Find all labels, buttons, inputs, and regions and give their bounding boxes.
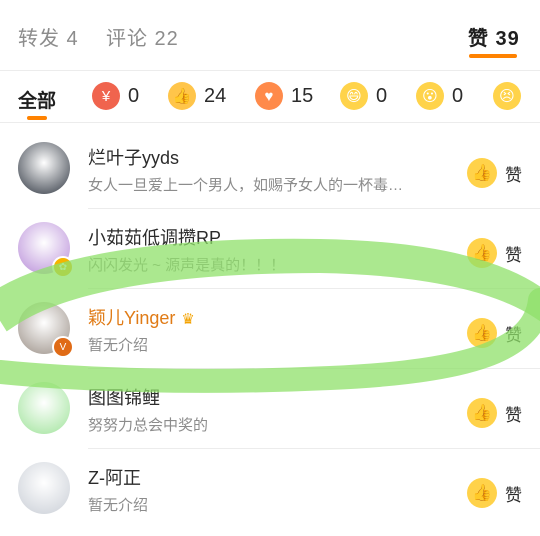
- filter-count: 0: [128, 84, 140, 107]
- thumbs-up-icon: 👍: [467, 478, 497, 508]
- filter-heart[interactable]: ♥ 15: [255, 80, 313, 112]
- like-label: 赞: [505, 405, 522, 425]
- filter-count: 15: [291, 84, 314, 107]
- unhappy-emoji-icon: 😣: [493, 82, 521, 110]
- filter-active-indicator: [27, 116, 47, 120]
- surprised-emoji-icon: 😮: [416, 82, 444, 110]
- user-name[interactable]: 图图锦鲤: [88, 384, 160, 410]
- filter-laughing[interactable]: 😄 0: [340, 80, 387, 112]
- like-label: 赞: [505, 245, 522, 265]
- thumbs-up-icon: 👍: [467, 158, 497, 188]
- filter-thumbs-up[interactable]: 👍 24: [168, 80, 226, 112]
- reaction-filter-bar: 全部 ¥ 0 👍 24 ♥ 15 😄 0 😮 0 😣: [0, 70, 540, 122]
- divider: [88, 288, 540, 289]
- member-badge-icon: ✿: [52, 256, 74, 278]
- thumbs-up-icon: 👍: [467, 398, 497, 428]
- top-tab-bar: 转发 4 评论 22 赞 39: [0, 0, 540, 70]
- avatar[interactable]: [18, 142, 70, 194]
- user-row[interactable]: Z-阿正 暂无介绍 👍 赞: [0, 454, 540, 536]
- filter-all[interactable]: 全部: [18, 86, 56, 113]
- like-button[interactable]: 👍 赞: [467, 238, 522, 268]
- filter-count: 0: [452, 84, 464, 107]
- tab-active-indicator: [469, 54, 517, 58]
- user-row[interactable]: ✿ 小茹茹低调攒RP 闪闪发光 ~ 源声是真的！！！ 👍 赞: [0, 214, 540, 296]
- avatar[interactable]: [18, 462, 70, 514]
- thumbs-up-icon: 👍: [168, 82, 196, 110]
- red-packet-icon: ¥: [92, 82, 120, 110]
- heart-icon: ♥: [255, 82, 283, 110]
- thumbs-up-icon: 👍: [467, 318, 497, 348]
- user-bio: 女人一旦爱上一个男人，如赐予女人的一杯毒…: [88, 177, 404, 194]
- filter-unhappy[interactable]: 😣: [493, 80, 521, 112]
- user-row[interactable]: 图图锦鲤 努努力总会中奖的 👍 赞: [0, 374, 540, 456]
- verified-badge-icon: V: [52, 336, 74, 358]
- user-name[interactable]: Z-阿正: [88, 464, 141, 490]
- like-button[interactable]: 👍 赞: [467, 318, 522, 348]
- laughing-emoji-icon: 😄: [340, 82, 368, 110]
- divider: [88, 368, 540, 369]
- user-name[interactable]: 烂叶子yyds: [88, 144, 179, 170]
- divider: [0, 122, 540, 123]
- thumbs-up-icon: 👍: [467, 238, 497, 268]
- crown-icon: ♛: [181, 311, 195, 328]
- tab-likes[interactable]: 赞 39: [468, 22, 520, 51]
- user-bio: 暂无介绍: [88, 497, 149, 514]
- user-row[interactable]: 烂叶子yyds 女人一旦爱上一个男人，如赐予女人的一杯毒… 👍 赞: [0, 134, 540, 216]
- like-button[interactable]: 👍 赞: [467, 158, 522, 188]
- tab-repost[interactable]: 转发 4: [18, 22, 79, 51]
- filter-surprised[interactable]: 😮 0: [416, 80, 463, 112]
- divider: [88, 208, 540, 209]
- like-label: 赞: [505, 165, 522, 185]
- user-name-text: 颖儿Yinger: [88, 308, 176, 328]
- user-bio: 暂无介绍: [88, 337, 149, 354]
- user-name[interactable]: 小茹茹低调攒RP: [88, 224, 221, 250]
- user-row[interactable]: V 颖儿Yinger ♛ 暂无介绍 👍 赞: [0, 294, 540, 376]
- like-label: 赞: [505, 325, 522, 345]
- user-name[interactable]: 颖儿Yinger ♛: [88, 304, 195, 330]
- like-label: 赞: [505, 485, 522, 505]
- user-bio: 闪闪发光 ~ 源声是真的！！！: [88, 257, 286, 274]
- filter-red-packet[interactable]: ¥ 0: [92, 80, 139, 112]
- avatar[interactable]: [18, 382, 70, 434]
- user-bio: 努努力总会中奖的: [88, 417, 209, 434]
- filter-count: 0: [376, 84, 388, 107]
- like-button[interactable]: 👍 赞: [467, 398, 522, 428]
- divider: [88, 448, 540, 449]
- like-button[interactable]: 👍 赞: [467, 478, 522, 508]
- filter-count: 24: [204, 84, 227, 107]
- tab-comments[interactable]: 评论 22: [106, 22, 179, 51]
